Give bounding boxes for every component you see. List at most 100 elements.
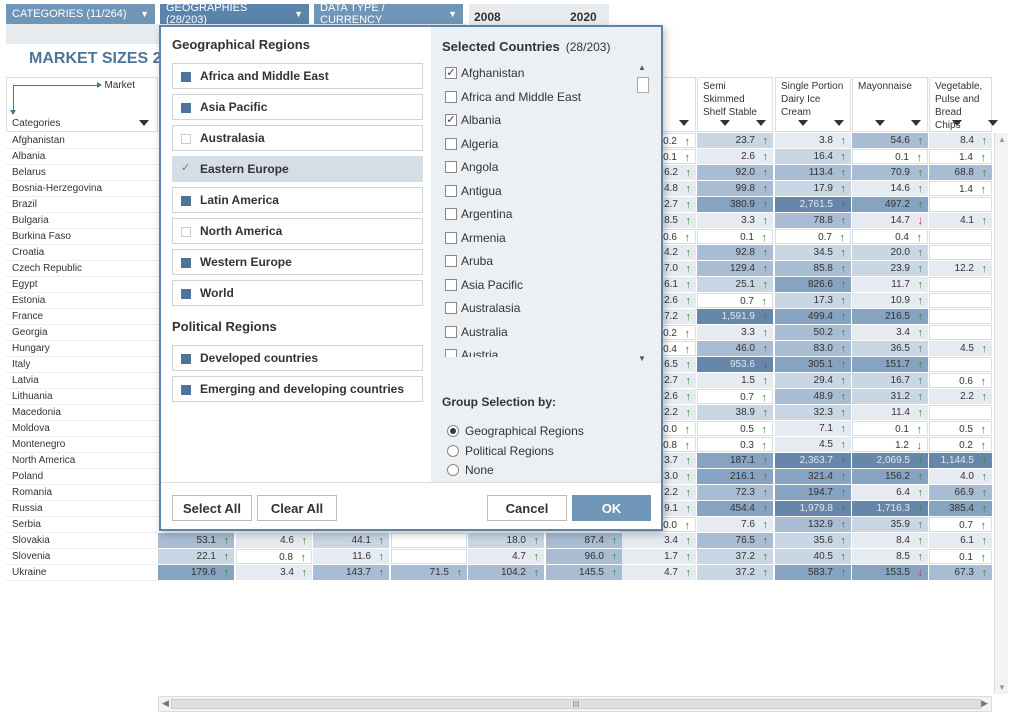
arrow-up-icon: ↑ xyxy=(981,503,988,515)
ok-button[interactable]: OK xyxy=(572,495,651,521)
country-checkbox-item[interactable]: Austria xyxy=(443,345,498,357)
region-item-north-america[interactable]: North America xyxy=(172,218,423,244)
radio-label: Political Regions xyxy=(465,444,554,458)
arrow-right-icon xyxy=(13,82,102,88)
column-header[interactable]: Semi Skimmed Shelf Stable xyxy=(697,77,773,132)
country-list-scrollbar[interactable]: ▲ ▼ xyxy=(636,63,650,363)
cell-value: 6.1 xyxy=(664,279,678,290)
country-checkbox-item[interactable]: Asia Pacific xyxy=(443,275,523,295)
sort-icon[interactable] xyxy=(952,120,962,126)
sort-icon[interactable] xyxy=(720,120,730,126)
arrow-up-icon: ↑ xyxy=(917,263,924,275)
country-checkbox-item[interactable]: Antigua xyxy=(443,181,502,201)
sort-icon[interactable] xyxy=(834,120,844,126)
region-item-asia-pacific[interactable]: Asia Pacific xyxy=(172,94,423,120)
arrow-up-icon: ↑ xyxy=(762,551,769,563)
country-checkbox-item[interactable]: Australia xyxy=(443,322,508,342)
region-item-africa-and-middle-east[interactable]: Africa and Middle East xyxy=(172,63,423,89)
table-cell: 76.5 ↑ xyxy=(697,533,773,548)
scroll-up-icon[interactable]: ▲ xyxy=(998,135,1006,144)
country-name: France xyxy=(6,309,158,325)
sort-icon[interactable] xyxy=(679,120,689,126)
country-checkbox-item[interactable]: Africa and Middle East xyxy=(443,87,581,107)
table-cell: 145.5 ↑ xyxy=(546,565,622,580)
region-item-developed-countries[interactable]: Developed countries xyxy=(172,345,423,371)
scroll-down-icon[interactable]: ▼ xyxy=(998,683,1006,692)
sort-icon[interactable] xyxy=(756,120,766,126)
horizontal-scrollbar[interactable]: ◀ III ▶ xyxy=(158,696,992,712)
column-header[interactable]: Vegetable, Pulse and Bread Chips xyxy=(929,77,998,132)
country-label: Asia Pacific xyxy=(461,277,524,292)
checkbox-empty-icon xyxy=(445,325,457,338)
region-item-western-europe[interactable]: Western Europe xyxy=(172,249,423,275)
arrow-up-icon: ↑ xyxy=(917,535,924,547)
vertical-scrollbar[interactable]: ▲ ▼ xyxy=(994,133,1008,694)
scroll-thumb[interactable] xyxy=(637,77,649,93)
sort-icon[interactable] xyxy=(139,120,149,126)
arrow-up-icon: ↑ xyxy=(981,391,988,403)
country-checkbox-item[interactable]: Armenia xyxy=(443,228,506,248)
cell-value: 11.4 xyxy=(891,407,910,418)
cell-value: 0.5 xyxy=(740,424,754,435)
arrow-up-icon: ↑ xyxy=(684,424,691,436)
cell-value: 0.0 xyxy=(663,424,677,435)
region-item-world[interactable]: World xyxy=(172,280,423,306)
cell-value: 132.9 xyxy=(807,519,833,530)
column-header[interactable]: Single Portion Dairy Ice Cream xyxy=(775,77,851,132)
scroll-up-icon[interactable]: ▲ xyxy=(638,63,646,72)
radio-none[interactable]: None xyxy=(447,462,494,478)
datatype-dropdown[interactable]: DATA TYPE / CURRENCY ▼ xyxy=(314,2,463,26)
clear-all-button[interactable]: Clear All xyxy=(257,495,337,521)
arrow-up-icon: ↑ xyxy=(685,167,692,179)
sort-icon[interactable] xyxy=(875,120,885,126)
checkbox-filled-icon xyxy=(181,72,191,82)
country-checkbox-item[interactable]: Argentina xyxy=(443,204,512,224)
table-cell: 99.8 ↑ xyxy=(697,181,773,196)
cell-value: 76.5 xyxy=(735,535,755,546)
scroll-left-icon[interactable]: ◀ xyxy=(162,698,169,709)
country-checkbox-item[interactable]: Aruba xyxy=(443,251,493,271)
arrow-up-icon: ↑ xyxy=(533,551,540,563)
arrow-up-icon: ↑ xyxy=(840,311,847,323)
radio-political-regions[interactable]: Political Regions xyxy=(447,443,554,459)
country-checkbox-item[interactable]: Algeria xyxy=(443,134,498,154)
region-item-emerging-and-developing-countries[interactable]: Emerging and developing countries xyxy=(172,376,423,402)
scroll-down-icon[interactable]: ▼ xyxy=(638,354,646,363)
cancel-button[interactable]: Cancel xyxy=(487,495,567,521)
cell-value: 3.4 xyxy=(664,535,678,546)
region-item-latin-america[interactable]: Latin America xyxy=(172,187,423,213)
geographies-dropdown[interactable]: GEOGRAPHIES (28/203) ▼ xyxy=(160,2,309,26)
checkbox-empty-icon xyxy=(445,184,457,197)
cell-value: 50.2 xyxy=(813,327,833,338)
country-checkbox-item[interactable]: Angola xyxy=(443,157,498,177)
arrow-up-icon: ↑ xyxy=(761,296,768,308)
region-label: Emerging and developing countries xyxy=(200,382,405,396)
table-cell: 46.0 ↑ xyxy=(697,341,773,356)
region-item-australasia[interactable]: Australasia xyxy=(172,125,423,151)
region-item-eastern-europe[interactable]: ✓ Eastern Europe xyxy=(172,156,423,182)
sort-icon[interactable] xyxy=(988,120,998,126)
country-name: Ukraine xyxy=(6,565,158,581)
arrow-up-icon: ↑ xyxy=(840,199,847,211)
sort-icon[interactable] xyxy=(798,120,808,126)
table-cell: 22.1 ↑ xyxy=(158,549,234,564)
arrow-down-icon: ↓ xyxy=(916,440,923,452)
categories-dropdown[interactable]: CATEGORIES (11/264) ▼ xyxy=(6,4,155,24)
arrow-up-icon: ↑ xyxy=(981,343,988,355)
country-checkbox-item[interactable]: ✓ Albania xyxy=(443,110,501,130)
select-all-button[interactable]: Select All xyxy=(172,495,252,521)
radio-geographical-regions[interactable]: Geographical Regions xyxy=(447,423,584,439)
country-checkbox-item[interactable]: Australasia xyxy=(443,298,520,318)
cell-value: 129.4 xyxy=(729,263,755,274)
column-header[interactable]: Mayonnaise xyxy=(852,77,928,132)
sort-icon[interactable] xyxy=(911,120,921,126)
scroll-thumb[interactable]: III xyxy=(171,699,981,709)
table-cell: 305.1 ↑ xyxy=(775,357,851,372)
cell-value: 6.4 xyxy=(896,487,910,498)
table-cell: 380.9 ↑ xyxy=(697,197,773,212)
cell-value: 96.0 xyxy=(584,551,604,562)
table-cell: 1.4 ↑ xyxy=(929,181,992,196)
scroll-right-icon[interactable]: ▶ xyxy=(981,698,988,709)
table-row: Slovakia 3.4 ↑ 76.5 ↑ 35.6 ↑ 8.4 ↑ 6.1 ↑ 53.1 ↑ 4.6 ↑ 4… xyxy=(6,533,992,549)
country-checkbox-item[interactable]: ✓ Afghanistan xyxy=(443,63,524,83)
